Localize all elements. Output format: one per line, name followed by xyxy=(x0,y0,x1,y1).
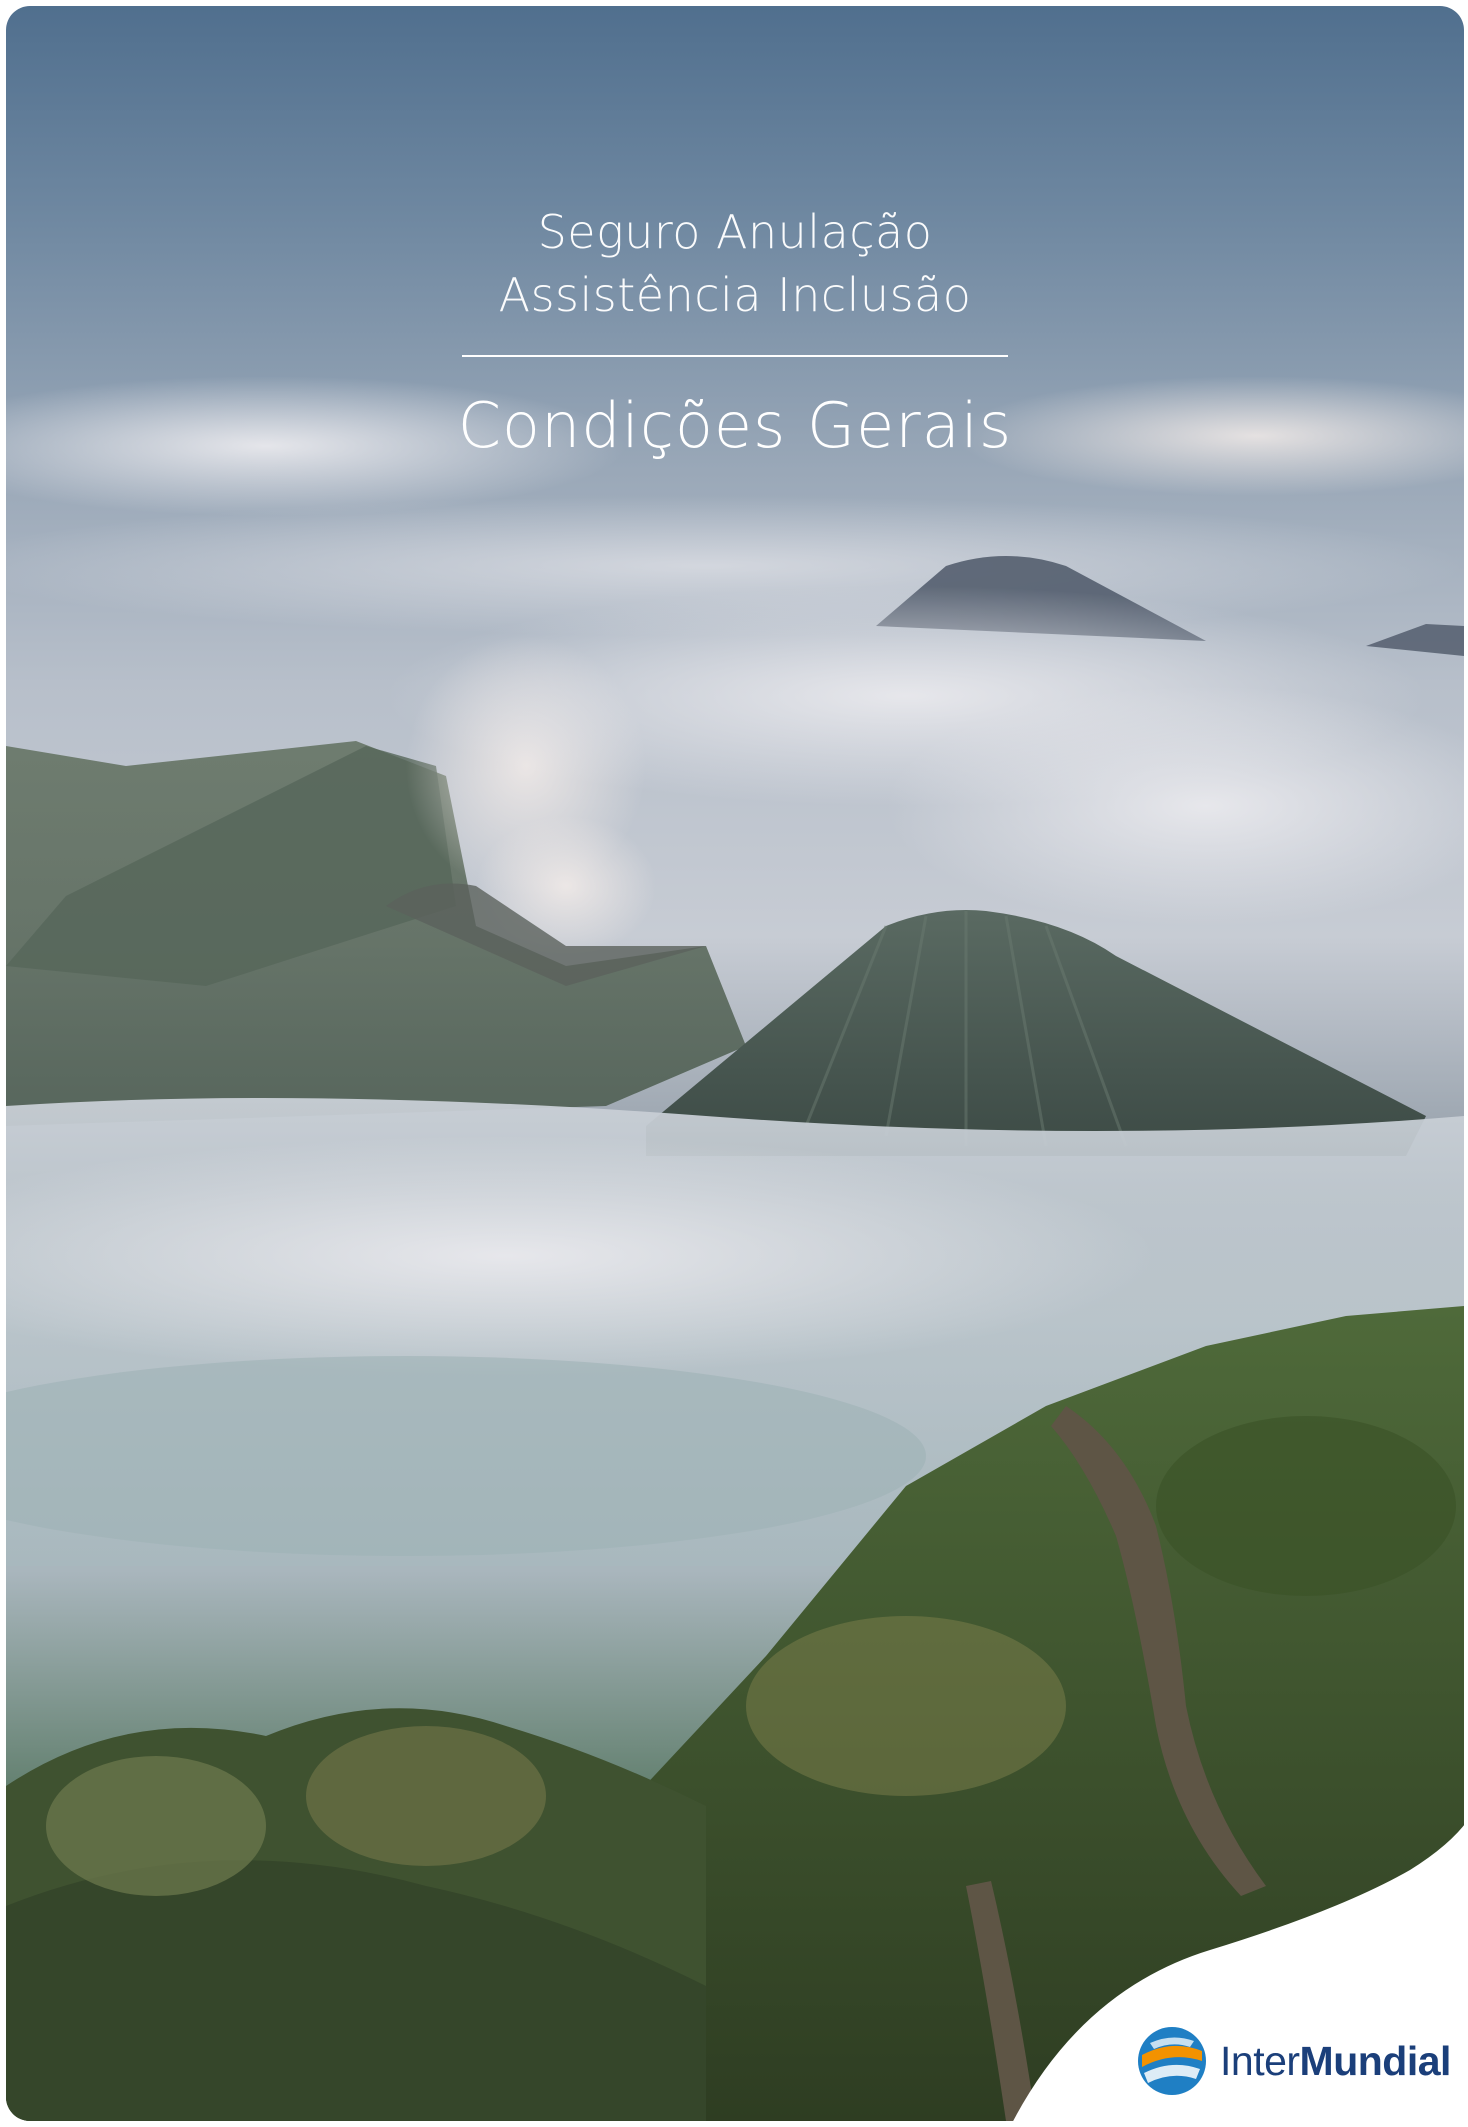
intermundial-wordmark: InterMundial xyxy=(1220,2038,1451,2085)
cover-page: Seguro Anulação Assistência Inclusão Con… xyxy=(0,0,1468,2127)
brand-name-part1: Inter xyxy=(1220,2037,1300,2084)
intermundial-globe-icon xyxy=(1138,2027,1206,2095)
corner-wave-shape xyxy=(1010,1820,1468,2127)
brand-name-part2: Mundial xyxy=(1299,2037,1452,2084)
intermundial-logo: InterMundial xyxy=(1136,2022,1451,2100)
